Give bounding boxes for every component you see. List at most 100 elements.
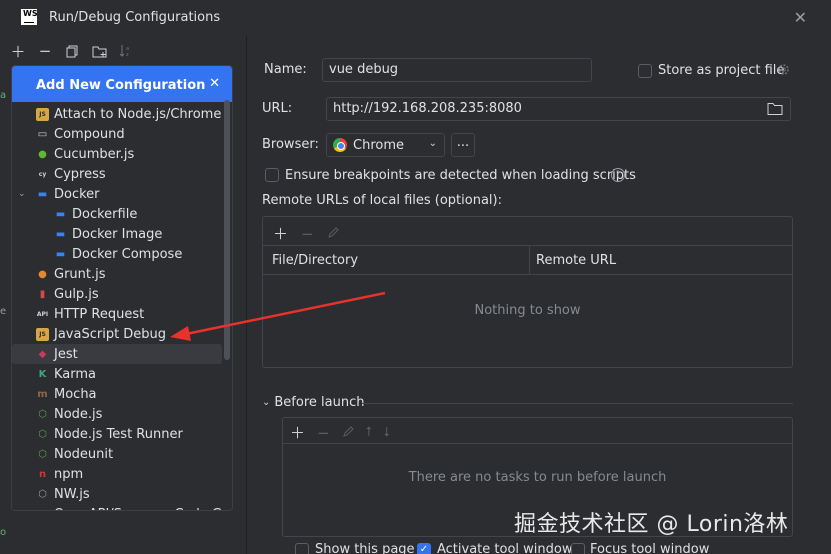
before-launch-toolbar: ＋ − ⭡ ⭣: [290, 422, 390, 443]
configuration-type-item[interactable]: cy Cypress: [12, 164, 232, 184]
remove-icon[interactable]: −: [301, 225, 314, 243]
name-label: Name:: [264, 62, 307, 77]
folder-icon: ▭: [37, 128, 48, 140]
edit-icon[interactable]: [327, 225, 339, 243]
configuration-type-item[interactable]: n npm: [12, 464, 232, 484]
configuration-type-item[interactable]: ▬ Dockerfile: [12, 204, 232, 224]
close-icon[interactable]: ✕: [794, 8, 807, 27]
browser-more-button[interactable]: ...: [451, 133, 475, 157]
configuration-type-label: Grunt.js: [54, 266, 106, 282]
help-icon[interactable]: ?: [611, 168, 625, 182]
focus-tool-window-checkbox[interactable]: [571, 543, 585, 554]
configuration-type-item[interactable]: ▬ Docker Image: [12, 224, 232, 244]
cucumber-icon: ●: [38, 148, 47, 160]
gulp-icon: ▮: [39, 288, 46, 300]
popup-scrollbar[interactable]: [224, 100, 230, 360]
configuration-type-list: JS Attach to Node.js/Chrome ▭ Compound ● Cucu…: [12, 102, 232, 511]
url-label: URL:: [262, 101, 293, 116]
ensure-breakpoints-checkbox[interactable]: [265, 168, 279, 182]
show-page-checkbox[interactable]: [295, 543, 309, 554]
jest-icon: ◆: [38, 348, 47, 360]
configuration-type-item[interactable]: ● OpenAPI/Swagger Code Generator: [12, 504, 232, 511]
gutter-mark: o: [0, 527, 7, 538]
configuration-type-item[interactable]: ⬡ NW.js: [12, 484, 232, 504]
store-as-project-checkbox[interactable]: [638, 64, 652, 78]
folder-browse-icon[interactable]: [767, 102, 783, 119]
focus-tool-window-label: Focus tool window: [590, 542, 710, 554]
name-field[interactable]: vue debug: [322, 58, 592, 82]
activate-tool-window-checkbox[interactable]: ✓: [417, 543, 431, 554]
configuration-type-item[interactable]: ▬ Docker Compose: [12, 244, 232, 264]
folder-add-icon[interactable]: [91, 43, 107, 59]
remote-urls-label: Remote URLs of local files (optional):: [262, 193, 502, 208]
configuration-type-label: Gulp.js: [54, 286, 99, 302]
configuration-type-item[interactable]: ⬡ Node.js: [12, 404, 232, 424]
configuration-type-item[interactable]: m Mocha: [12, 384, 232, 404]
configuration-type-item[interactable]: ● Cucumber.js: [12, 144, 232, 164]
browser-value: Chrome: [353, 137, 404, 153]
move-down-icon[interactable]: ⭣: [384, 425, 390, 440]
nodejs-icon: ⬡: [38, 428, 47, 440]
add-configuration-popup: Add New Configuration ✕ JS Attach to Node…: [11, 65, 233, 511]
configuration-type-item[interactable]: API HTTP Request: [12, 304, 232, 324]
configuration-type-item[interactable]: ● Grunt.js: [12, 264, 232, 284]
configuration-type-label: Node.js: [54, 406, 103, 422]
configuration-type-item[interactable]: ⬡ Nodeunit: [12, 444, 232, 464]
watermark: 掘金技术社区 @ Lorin洛林: [514, 512, 789, 537]
column-file-directory[interactable]: File/Directory: [272, 253, 358, 268]
remote-urls-toolbar: ＋ −: [273, 223, 339, 244]
configuration-type-item[interactable]: ▭ Compound: [12, 124, 232, 144]
gutter-mark: e: [0, 306, 7, 317]
nodejs-icon: ⬡: [38, 408, 47, 420]
configuration-type-item[interactable]: ◆ Jest: [12, 344, 222, 364]
remove-icon[interactable]: −: [317, 424, 330, 442]
section-divider: [362, 403, 793, 404]
store-as-project-label: Store as project file: [658, 63, 785, 78]
configuration-type-item[interactable]: K Karma: [12, 364, 232, 384]
move-up-icon[interactable]: ⭡: [366, 425, 372, 440]
docker-icon: ▬: [55, 248, 66, 260]
sort-icon[interactable]: az: [118, 43, 134, 59]
configuration-type-item[interactable]: JS JavaScript Debug: [12, 324, 232, 344]
remove-icon[interactable]: −: [37, 42, 53, 60]
before-launch-label: Before launch: [274, 395, 365, 410]
chrome-icon: [333, 138, 347, 152]
configuration-type-label: OpenAPI/Swagger Code Generator: [54, 507, 232, 511]
configuration-type-item[interactable]: ⬡ Node.js Test Runner: [12, 424, 232, 444]
configuration-type-label: Nodeunit: [54, 446, 114, 462]
nwjs-icon: ⬡: [38, 488, 47, 500]
no-tasks-text: There are no tasks to run before launch: [408, 470, 667, 485]
configuration-type-item[interactable]: ⌄ ▬ Docker: [12, 184, 232, 204]
copy-icon[interactable]: [64, 43, 80, 59]
ensure-breakpoints-label: Ensure breakpoints are detected when loa…: [285, 168, 636, 183]
mocha-icon: m: [37, 388, 48, 400]
cypress-icon: cy: [38, 170, 47, 178]
browser-dropdown[interactable]: Chrome ⌄: [326, 133, 445, 157]
config-toolbar: ＋ − az: [10, 40, 134, 62]
configuration-type-label: Docker Compose: [72, 246, 183, 262]
add-icon[interactable]: ＋: [273, 223, 288, 244]
url-field[interactable]: http://192.168.208.235:8080: [326, 97, 791, 121]
before-launch-toggle[interactable]: ⌄ Before launch: [262, 395, 364, 410]
edit-icon[interactable]: [342, 424, 354, 442]
gear-icon[interactable]: [776, 62, 791, 81]
title-bar: WS Run/Debug Configurations ✕: [0, 0, 831, 36]
column-remote-url[interactable]: Remote URL: [536, 253, 616, 268]
chevron-down-icon: ⌄: [428, 138, 437, 149]
table-header: File/Directory Remote URL: [263, 245, 792, 275]
configuration-type-label: Jest: [54, 346, 78, 362]
chevron-down-icon[interactable]: ⌄: [18, 189, 26, 199]
configuration-type-item[interactable]: JS Attach to Node.js/Chrome: [12, 104, 232, 124]
gutter-mark: a: [0, 90, 7, 101]
configuration-type-item[interactable]: ▮ Gulp.js: [12, 284, 232, 304]
remote-urls-table: ＋ − File/Directory Remote URL Nothing to…: [262, 216, 793, 368]
webstorm-logo-icon: WS: [21, 9, 38, 25]
popup-close-icon[interactable]: ✕: [209, 76, 220, 91]
configuration-type-label: NW.js: [54, 486, 90, 502]
js-icon: JS: [36, 107, 49, 121]
add-icon[interactable]: ＋: [290, 422, 305, 443]
popup-header: Add New Configuration ✕: [12, 66, 232, 102]
column-divider[interactable]: [529, 246, 530, 274]
add-icon[interactable]: ＋: [10, 43, 26, 61]
panel-splitter[interactable]: [246, 36, 247, 554]
